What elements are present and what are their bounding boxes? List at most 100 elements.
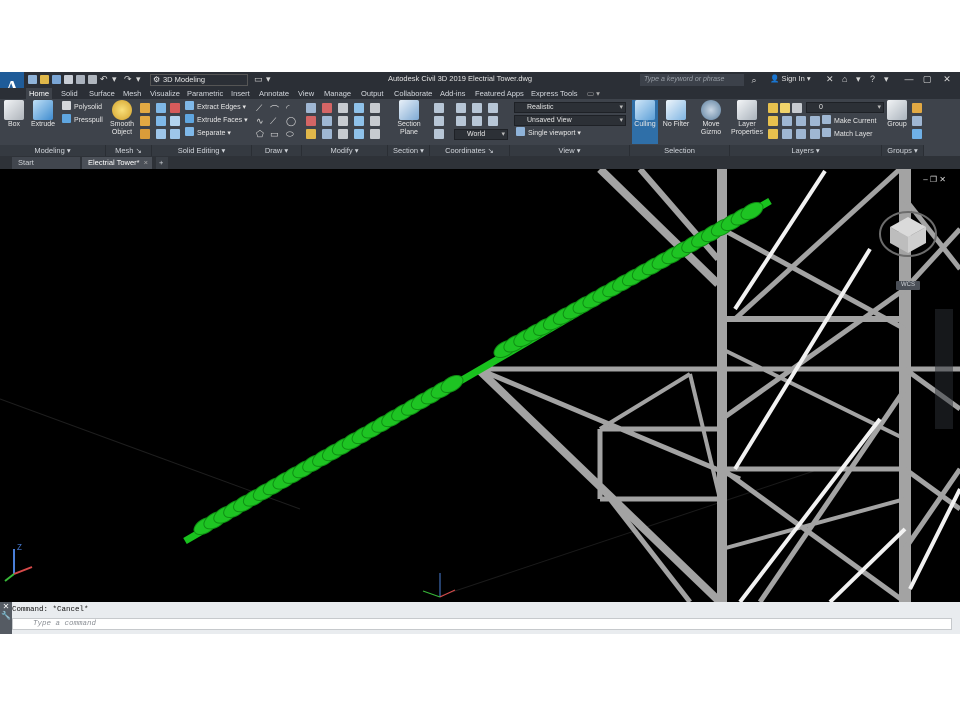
ucs-view-icon[interactable] [472, 116, 482, 126]
ucs-select[interactable]: World [454, 129, 508, 140]
ungroup-icon[interactable] [912, 103, 922, 113]
smooth-object-button[interactable]: Smooth Object [108, 100, 136, 137]
tab-home[interactable]: Home [26, 88, 53, 99]
slice-icon[interactable] [170, 116, 180, 126]
group-button[interactable]: Group [885, 100, 909, 129]
erase-icon[interactable] [306, 129, 316, 139]
tab-collaborate[interactable]: Collaborate [391, 88, 435, 99]
search-input[interactable]: Type a keyword or phrase [640, 74, 744, 86]
extract-edges-button[interactable]: Extract Edges ▾ [185, 101, 246, 113]
match-layer-button[interactable]: Match Layer [822, 128, 873, 140]
command-input[interactable]: Type a command [12, 618, 952, 630]
panel-view[interactable]: View ▾ [510, 145, 630, 156]
layer-lock2-icon[interactable] [810, 116, 820, 126]
tab-mesh[interactable]: Mesh [120, 88, 144, 99]
panel-selection[interactable]: Selection [630, 145, 730, 156]
ucs-z-icon[interactable] [488, 103, 498, 113]
make-current-button[interactable]: Make Current [822, 115, 876, 127]
tab-view[interactable]: View [295, 88, 317, 99]
ucs-world-icon[interactable] [456, 103, 466, 113]
wcs-badge[interactable]: WCS [896, 281, 920, 290]
ucs-object-icon[interactable] [488, 116, 498, 126]
tab-express-tools[interactable]: Express Tools [528, 88, 581, 99]
extrude-button[interactable]: Extrude [28, 100, 58, 129]
tab-add-ins[interactable]: Add-ins [437, 88, 468, 99]
3d-scale-icon[interactable] [322, 129, 332, 139]
help-menu-icon[interactable]: ▾ [884, 74, 889, 85]
redo-dropdown-icon[interactable]: ▾ [136, 74, 141, 85]
navigation-bar[interactable] [935, 309, 953, 429]
layer-bulb-icon[interactable] [768, 103, 778, 113]
tab-annotate[interactable]: Annotate [256, 88, 292, 99]
tab-surface[interactable]: Surface [86, 88, 118, 99]
tab-output[interactable]: Output [358, 88, 387, 99]
ucs-named-icon[interactable] [434, 116, 444, 126]
union-icon[interactable] [156, 103, 166, 113]
box-button[interactable]: Box [3, 100, 25, 129]
ribbon-minimize-icon[interactable]: ▭ ▾ [584, 88, 603, 99]
panel-modify[interactable]: Modify ▾ [302, 145, 388, 156]
spline-icon[interactable]: ∿ [256, 116, 266, 126]
tab-parametric[interactable]: Parametric [184, 88, 226, 99]
3d-move-icon[interactable] [306, 103, 316, 113]
model-viewport[interactable]: Z WCS – ❐ ✕ [0, 169, 960, 602]
layer-thaw-icon[interactable] [796, 129, 806, 139]
search-icon[interactable]: ⌕ [748, 74, 760, 86]
ucs-3point-icon[interactable] [456, 116, 466, 126]
fillet-icon[interactable] [370, 116, 380, 126]
polygon-icon[interactable]: ⬠ [256, 129, 266, 139]
panel-solid-editing[interactable]: Solid Editing ▾ [152, 145, 252, 156]
ucs-origin-icon[interactable] [472, 103, 482, 113]
restore-button[interactable]: ▢ [918, 72, 936, 88]
save-icon[interactable] [52, 75, 61, 84]
tab-insert[interactable]: Insert [228, 88, 253, 99]
layer-off-icon[interactable] [768, 116, 778, 126]
extrude-faces-button[interactable]: Extrude Faces ▾ [185, 114, 248, 126]
mesh-refine-icon[interactable] [140, 129, 150, 139]
a360-icon[interactable]: ⌂ [842, 74, 847, 84]
sign-in-button[interactable]: 👤 Sign In ▾ [770, 74, 811, 83]
mesh-cylinder-icon[interactable] [140, 116, 150, 126]
panel-layers[interactable]: Layers ▾ [730, 145, 882, 156]
group-edit-icon[interactable] [912, 116, 922, 126]
array-icon[interactable] [338, 129, 348, 139]
section-plane-button[interactable]: Section Plane [392, 100, 426, 137]
new-tab-button[interactable]: + [156, 157, 168, 169]
file-tab-start[interactable]: Start [12, 157, 80, 169]
3d-align-icon[interactable] [322, 116, 332, 126]
print-icon[interactable] [88, 75, 97, 84]
panel-draw[interactable]: Draw ▾ [252, 145, 302, 156]
save-as-icon[interactable] [64, 75, 73, 84]
mesh-box-icon[interactable] [140, 103, 150, 113]
helix-icon[interactable]: ⟋ [270, 116, 280, 126]
layer-isolate-icon[interactable] [782, 116, 792, 126]
panel-section[interactable]: Section ▾ [388, 145, 430, 156]
presspull-button[interactable]: Presspull [62, 114, 103, 126]
separate-button[interactable]: Separate ▾ [185, 127, 231, 139]
3d-rotate-icon[interactable] [322, 103, 332, 113]
open-icon[interactable] [40, 75, 49, 84]
viewport-config-button[interactable]: Single viewport ▾ [514, 127, 581, 139]
subtract-icon[interactable] [170, 103, 180, 113]
group-select-icon[interactable] [912, 129, 922, 139]
close-button[interactable]: ✕ [938, 72, 956, 88]
panel-groups[interactable]: Groups ▾ [882, 145, 924, 156]
layer-unisolate-icon[interactable] [782, 129, 792, 139]
panel-mesh[interactable]: Mesh ↘ [106, 145, 152, 156]
copy-icon[interactable] [354, 103, 364, 113]
no-filter-button[interactable]: No Filter [660, 100, 692, 129]
undo-dropdown-icon[interactable]: ▾ [112, 74, 117, 85]
layer-on-icon[interactable] [768, 129, 778, 139]
new-icon[interactable] [28, 75, 37, 84]
line-icon[interactable]: ⟋ [256, 103, 266, 113]
command-line-handle[interactable]: ✕ 🔧 [0, 602, 12, 634]
layer-select[interactable]: 0 [806, 102, 884, 113]
panel-modeling[interactable]: Modeling ▾ [0, 145, 106, 156]
close-tab-icon[interactable]: × [144, 157, 148, 169]
arc-icon[interactable]: ◜ [286, 103, 296, 113]
tab-visualize[interactable]: Visualize [147, 88, 183, 99]
tab-manage[interactable]: Manage [321, 88, 354, 99]
offset-icon[interactable] [354, 129, 364, 139]
polyline-icon[interactable]: ⌒ [270, 103, 280, 115]
trim-icon[interactable] [370, 103, 380, 113]
